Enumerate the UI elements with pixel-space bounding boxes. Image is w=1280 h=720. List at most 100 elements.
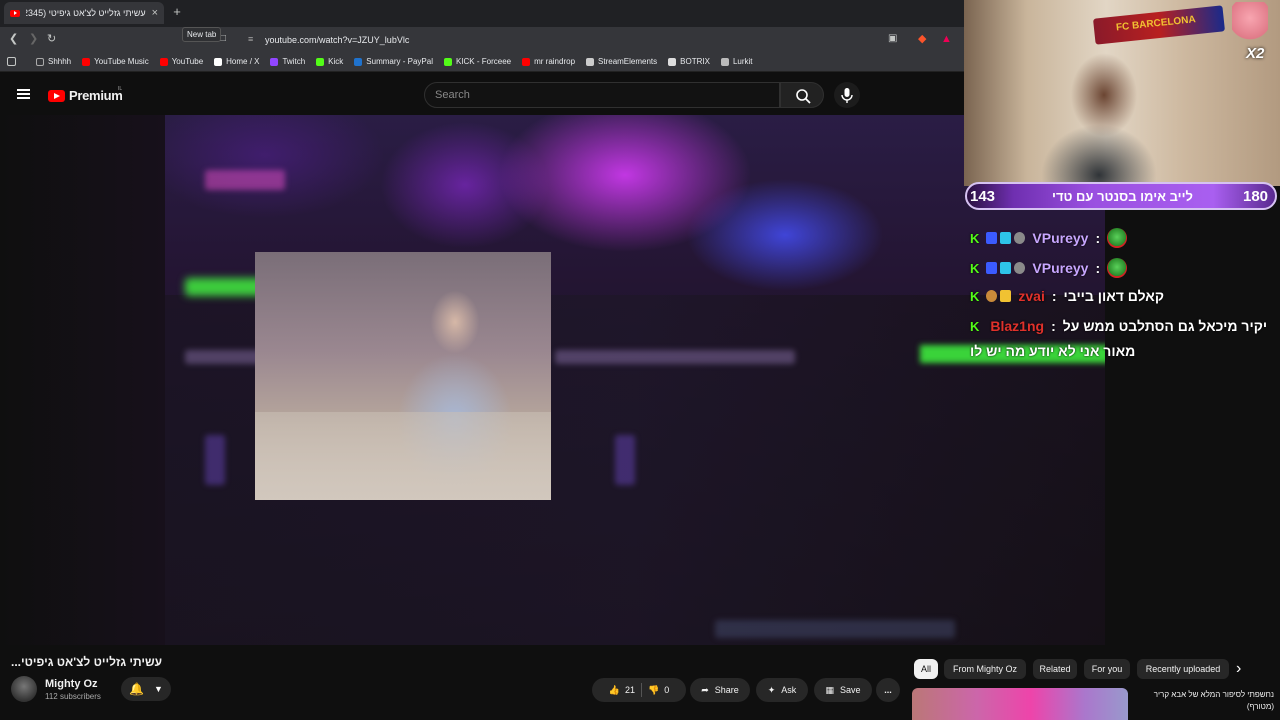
more-label: ... [884, 685, 892, 695]
recommended-video-thumbnail[interactable] [912, 688, 1128, 720]
bookmark-label: Shhhh [48, 57, 72, 66]
chip-all[interactable]: All [914, 659, 938, 679]
bookmark-item[interactable]: YouTube Music [82, 57, 149, 66]
chat-message: K Blaz1ng : יקיר מיכאל גם הסתלבט ממש על [970, 318, 1267, 334]
search-icon [796, 89, 811, 104]
bookmark-label: YouTube Music [94, 57, 149, 66]
bookmark-label: YouTube [171, 57, 204, 66]
share-button[interactable]: ➦ Share [690, 678, 750, 702]
address-bar[interactable]: ≡ youtube.com/watch?v=JZUY_lubVlc [240, 31, 960, 48]
kick-icon: K [970, 288, 980, 304]
voice-search-button[interactable] [834, 82, 860, 108]
browser-tab-active[interactable]: עשיתי גזלייט לצ'אט גיפיטי (2345) × [4, 2, 164, 24]
logo-country-code: IL [118, 86, 123, 92]
channel-avatar[interactable] [11, 676, 37, 702]
more-actions-button[interactable]: ... [876, 678, 900, 702]
chip-from-mighty-oz[interactable]: From Mighty Oz [944, 659, 1026, 679]
thumbs-down-icon: 👎 [648, 684, 660, 695]
browser-tab-strip: עשיתי גזלייט לצ'אט גיפיטי (2345) × + [0, 0, 964, 27]
share-arrow-icon: ➦ [701, 684, 709, 695]
forward-arrow-icon[interactable]: ❯ [29, 33, 38, 45]
address-url: youtube.com/watch?v=JZUY_lubVlc [265, 35, 410, 45]
chip-for-you[interactable]: For you [1084, 659, 1130, 679]
emote-icon [1107, 258, 1128, 278]
channel-name[interactable]: Mighty Oz [45, 678, 98, 690]
emote-icon [1107, 228, 1128, 248]
bookmark-item[interactable]: StreamElements [586, 57, 657, 66]
kick-icon: K [970, 260, 980, 276]
team-banner: FC BARCELONA [1092, 5, 1226, 45]
bookmark-item[interactable]: Lurkit [720, 57, 753, 66]
new-tab-button[interactable]: + [170, 5, 184, 19]
video-title: עשיתי גזלייט לצ'אט גיפיטי... [11, 655, 163, 669]
chip-related[interactable]: Related [1033, 659, 1077, 679]
bookmark-label: Home / X [226, 57, 260, 66]
chat-username: VPureyy [1032, 230, 1089, 246]
chat-separator: : [1095, 230, 1101, 246]
bookmark-item[interactable]: mr raindrop [522, 57, 575, 66]
like-button[interactable]: 👍 21 [609, 685, 635, 696]
youtube-premium-logo[interactable]: Premium [48, 88, 123, 103]
bookmark-item[interactable]: Kick [316, 57, 343, 66]
chip-recently-uploaded[interactable]: Recently uploaded [1137, 659, 1229, 679]
hamburger-menu-icon[interactable] [17, 89, 30, 99]
badge-icon [1014, 262, 1026, 274]
chat-username: Blaz1ng [990, 318, 1045, 334]
badge-icon [986, 290, 998, 302]
kick-icon [443, 57, 452, 66]
close-tab-icon[interactable]: × [152, 7, 158, 19]
goal-current: 143 [970, 188, 996, 205]
save-button[interactable]: ▦ Save [814, 678, 872, 702]
paypal-icon [354, 57, 363, 66]
botrix-icon [668, 57, 677, 66]
like-count: 21 [624, 685, 635, 695]
twitch-icon [270, 57, 279, 66]
folder-icon [36, 57, 44, 66]
chevron-down-icon: ▼ [154, 684, 163, 694]
search-placeholder: Search [435, 89, 470, 101]
cartoon-character-sticker [1232, 2, 1268, 42]
lurkit-icon [720, 57, 729, 66]
bookmark-label: StreamElements [598, 57, 658, 66]
crown-badge-icon [1000, 290, 1012, 302]
subscribed-notifications-button[interactable]: 🔔 ▼ [121, 677, 171, 701]
search-button[interactable] [780, 82, 824, 108]
reload-icon[interactable]: ↻ [47, 33, 56, 45]
bookmark-item[interactable]: Home / X [214, 57, 259, 66]
search-input[interactable]: Search [424, 82, 780, 108]
video-player[interactable] [165, 115, 1105, 645]
bookmark-item[interactable]: KICK - Forceee [443, 57, 511, 66]
new-tab-tooltip: New tab [182, 27, 222, 42]
right-dark-area [1105, 360, 1280, 645]
kick-icon [316, 57, 325, 66]
badge-icon [986, 262, 998, 274]
chat-separator: : [1051, 288, 1057, 304]
blurred-text-line [555, 350, 795, 364]
bookmark-item[interactable]: Shhhh [36, 57, 71, 66]
save-playlist-icon: ▦ [825, 684, 834, 695]
ask-button[interactable]: ✦ Ask [756, 678, 808, 702]
logo-text: Premium [69, 88, 123, 103]
recommended-video-title[interactable]: נחשפתי לסיפור המלא של אבא קריר (מטורף) [1134, 689, 1274, 713]
chat-username: VPureyy [1032, 260, 1089, 276]
divider [641, 683, 642, 697]
back-arrow-icon[interactable]: ❮ [9, 33, 18, 45]
dislike-count: 0 [664, 685, 670, 695]
bookmark-label: Summary - PayPal [366, 57, 433, 66]
bookmark-item[interactable]: BOTRIX [668, 57, 710, 66]
youtube-icon [159, 57, 168, 66]
x-icon [214, 57, 223, 66]
apps-grid-icon[interactable] [7, 57, 16, 66]
dislike-button[interactable]: 👎 0 [648, 685, 669, 696]
chips-next-arrow-icon[interactable]: › [1236, 660, 1241, 678]
site-info-icon[interactable]: ≡ [248, 34, 253, 44]
kick-icon: K [970, 318, 980, 334]
bookmark-label: BOTRIX [680, 57, 710, 66]
bookmark-item[interactable]: Twitch [270, 57, 305, 66]
bookmark-item[interactable]: Summary - PayPal [354, 57, 433, 66]
streamer-webcam: FC BARCELONA X2 [964, 0, 1280, 186]
bookmark-item[interactable]: YouTube [159, 57, 204, 66]
bookmarks-bar: Shhhh YouTube Music YouTube Home / X Twitch K… [0, 52, 964, 72]
goal-target: 180 [1243, 188, 1269, 205]
chat-text: מאור אני לא יודע מה יש לו [970, 343, 1136, 359]
